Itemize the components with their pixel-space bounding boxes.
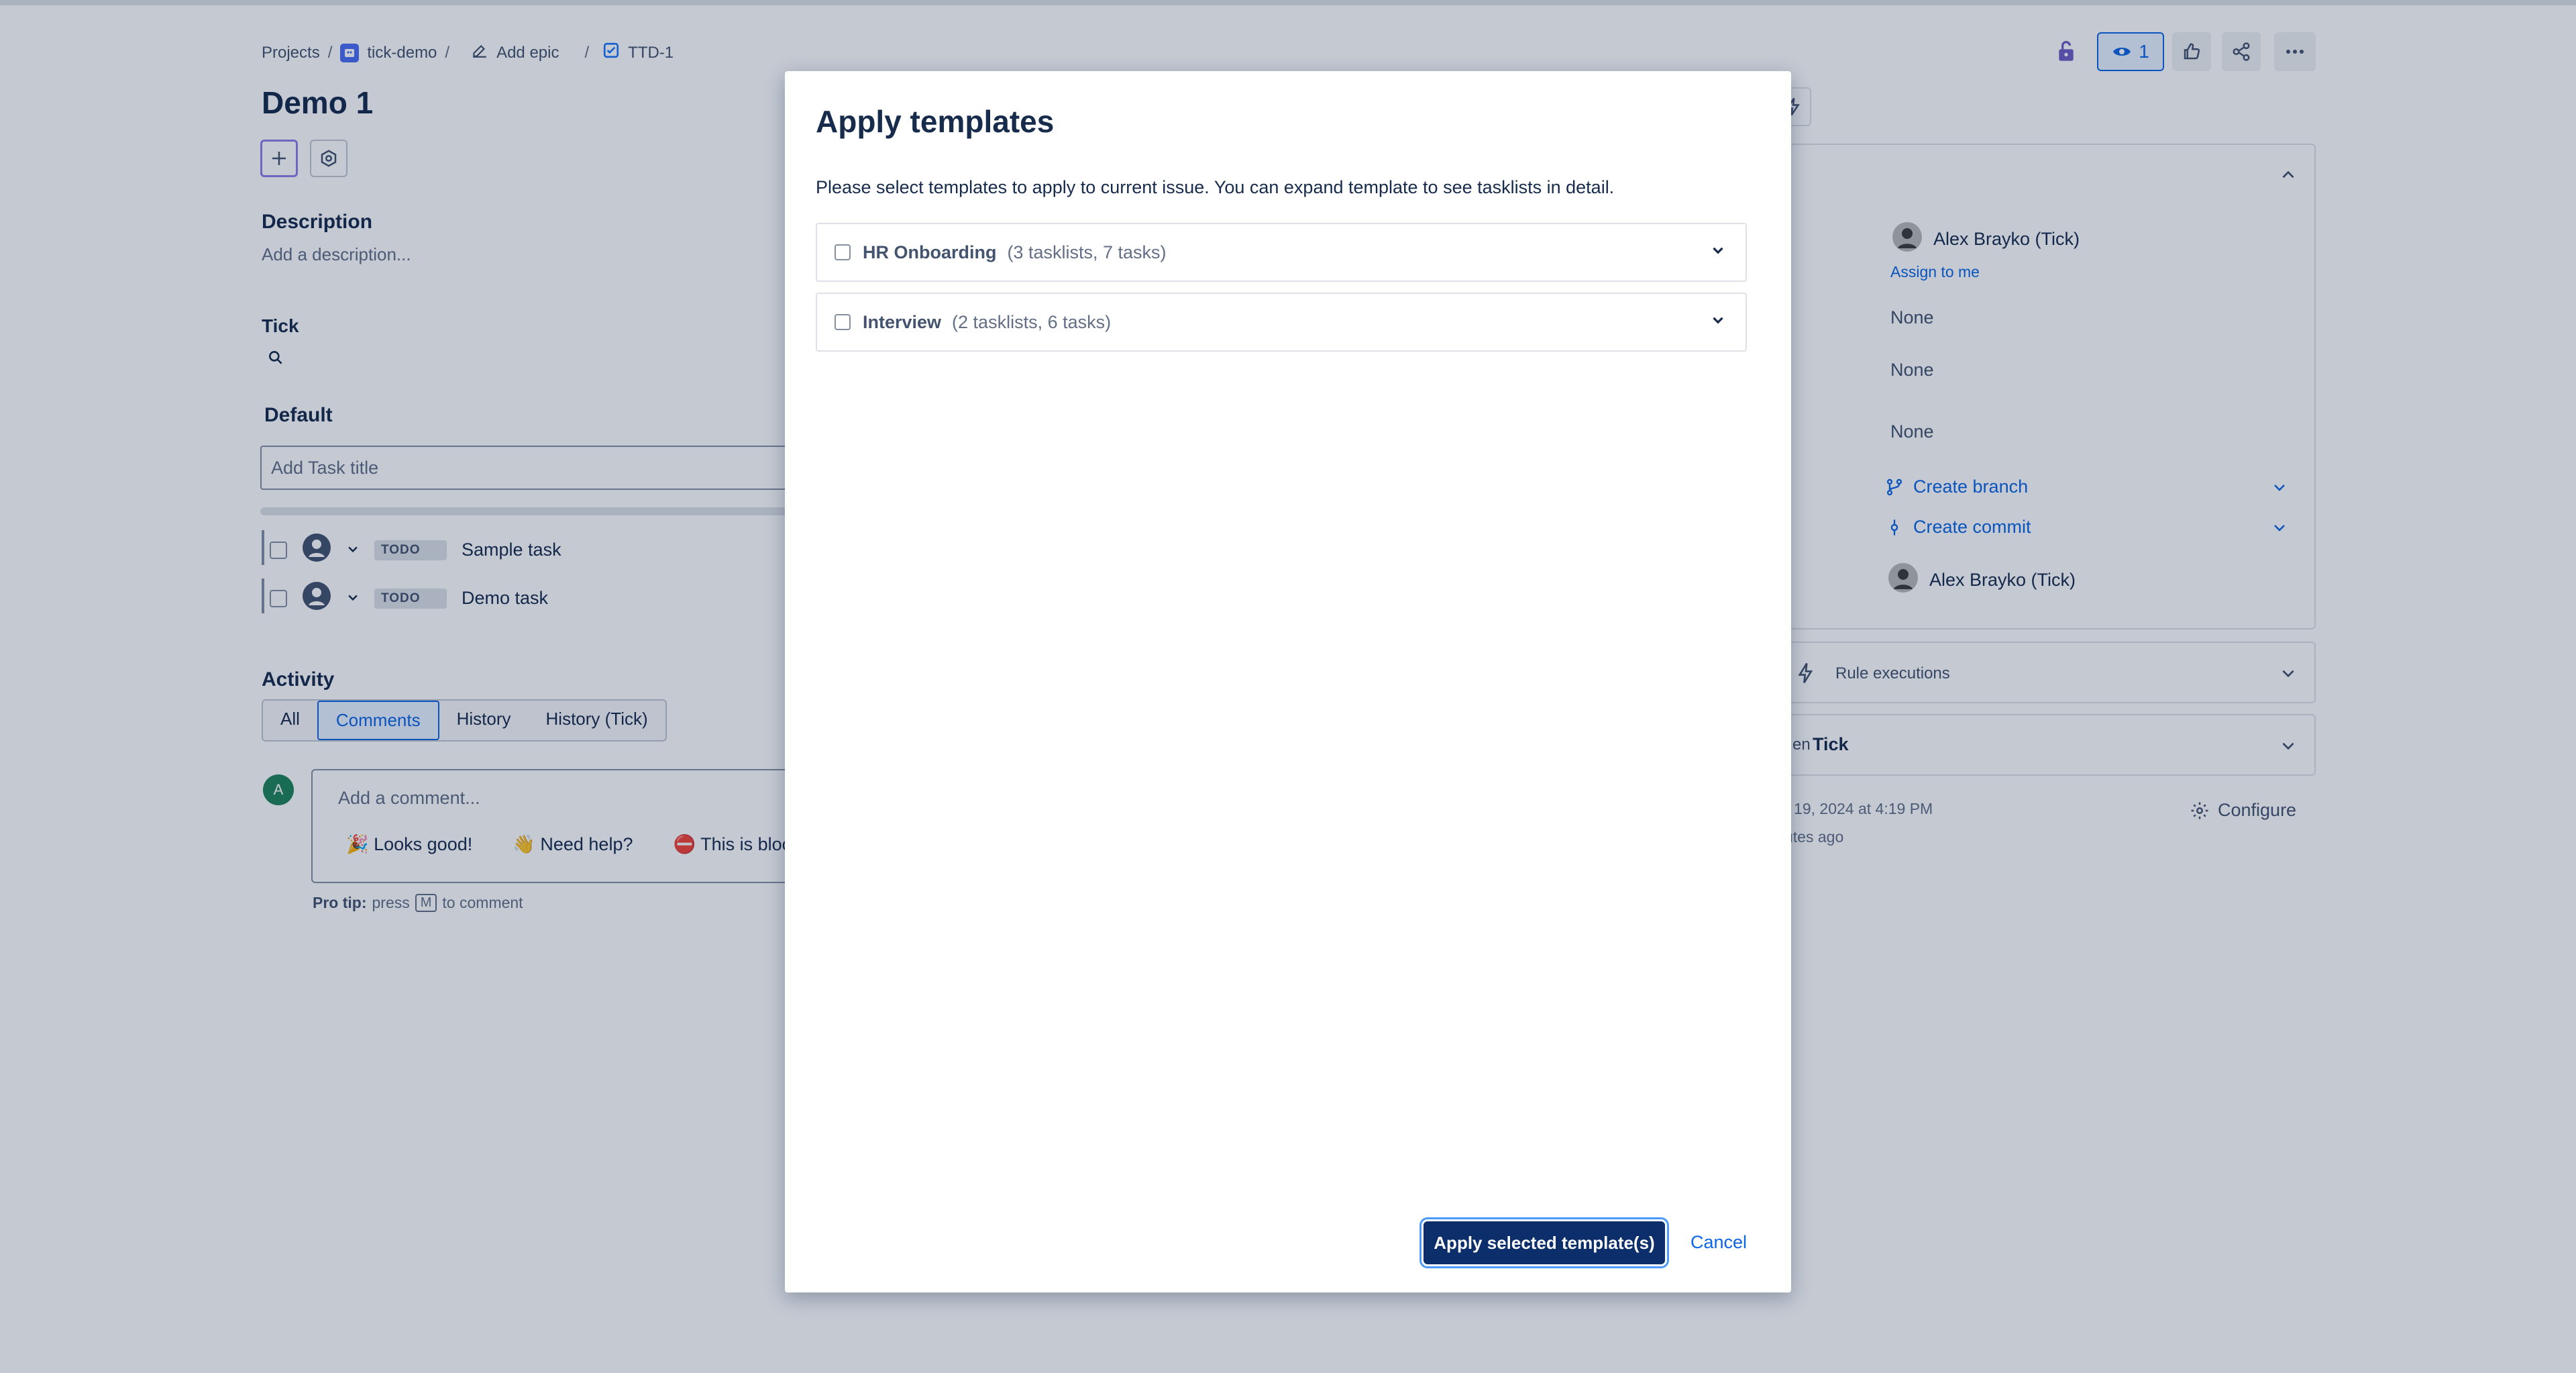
- template-item[interactable]: Interview (2 tasklists, 6 tasks): [816, 293, 1747, 352]
- template-meta: (3 tasklists, 7 tasks): [1007, 242, 1167, 262]
- apply-templates-dialog: Apply templates Please select templates …: [785, 71, 1791, 1292]
- template-name: HR Onboarding: [863, 242, 997, 262]
- chevron-down-icon[interactable]: [1709, 311, 1727, 329]
- dialog-description: Please select templates to apply to curr…: [816, 177, 1615, 197]
- template-item[interactable]: HR Onboarding (3 tasklists, 7 tasks): [816, 223, 1747, 282]
- template-checkbox[interactable]: [835, 314, 851, 330]
- cancel-button[interactable]: Cancel: [1690, 1232, 1747, 1253]
- template-meta: (2 tasklists, 6 tasks): [952, 311, 1112, 332]
- apply-templates-button[interactable]: Apply selected template(s): [1424, 1221, 1665, 1264]
- chevron-down-icon[interactable]: [1709, 242, 1727, 259]
- dialog-title: Apply templates: [816, 104, 1055, 139]
- template-name: Interview: [863, 311, 942, 332]
- template-checkbox[interactable]: [835, 244, 851, 260]
